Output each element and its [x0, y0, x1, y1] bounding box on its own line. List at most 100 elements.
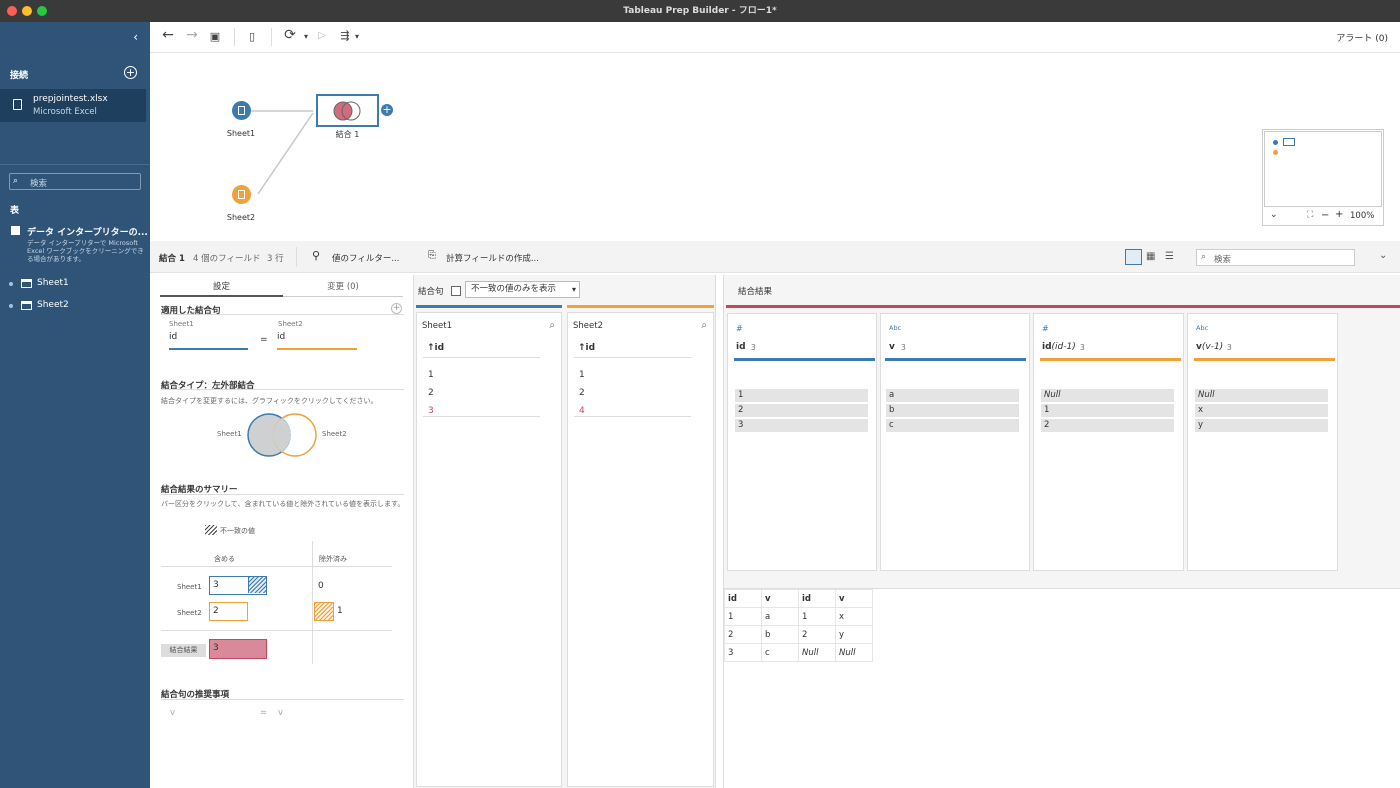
grid-cell[interactable]: 2 — [724, 625, 762, 644]
sheet1-included-bar[interactable]: 3 — [209, 576, 267, 595]
profile-field-name[interactable]: id(id-1) — [1042, 342, 1076, 352]
profile-field-name[interactable]: v(v-1) — [1196, 342, 1223, 352]
flow-connector-lines — [251, 110, 314, 195]
sidebar-item-sheet2[interactable]: Sheet2 — [0, 298, 150, 316]
add-step-icon[interactable]: + — [381, 104, 393, 116]
list-view-icon[interactable]: ☰ — [1165, 251, 1174, 262]
grid-header-cell[interactable]: id — [798, 589, 836, 608]
grid-cell[interactable]: y — [835, 625, 873, 644]
grid-cell[interactable]: a — [761, 607, 799, 626]
join-type-venn-diagram[interactable] — [244, 413, 322, 463]
clause-left-field[interactable]: id — [169, 332, 248, 350]
clause-value[interactable]: 2 — [579, 384, 585, 402]
profile-value[interactable]: x — [1195, 404, 1328, 417]
grid-cell-null[interactable]: Null — [835, 643, 873, 662]
profile-value[interactable]: 3 — [735, 419, 868, 432]
flow-options-dropdown-icon[interactable]: ▾ — [347, 32, 367, 41]
forward-arrow-icon[interactable]: → — [182, 27, 202, 43]
grid-cell[interactable]: x — [835, 607, 873, 626]
minimap[interactable]: ⌄ ⛶ − + 100% — [1262, 129, 1384, 226]
tab-changes[interactable]: 変更 (0) — [283, 278, 403, 297]
mismatch-only-checkbox[interactable] — [451, 286, 461, 296]
table-view-icon[interactable]: ▦ — [1146, 251, 1155, 262]
tab-settings[interactable]: 設定 — [160, 278, 283, 297]
clause-value-mismatch[interactable]: 4 — [579, 402, 585, 420]
add-connection-icon[interactable]: + — [124, 66, 137, 79]
profile-value-null[interactable]: Null — [1041, 389, 1174, 402]
back-arrow-icon[interactable]: ← — [158, 27, 178, 43]
profile-value[interactable]: b — [886, 404, 1019, 417]
mismatch-filter-dropdown[interactable]: 不一致の値のみを表示 ▾ — [465, 281, 580, 298]
sidebar-item-sheet1[interactable]: Sheet1 — [0, 276, 150, 294]
profile-field-name[interactable]: v — [889, 342, 895, 352]
profile-value[interactable]: 2 — [735, 404, 868, 417]
grid-cell[interactable]: 2 — [798, 625, 836, 644]
grid-cell[interactable]: 1 — [798, 607, 836, 626]
recommend-left[interactable]: v — [170, 708, 175, 718]
grid-cell-null[interactable]: Null — [798, 643, 836, 662]
grid-cell[interactable]: 1 — [724, 607, 762, 626]
alerts-button[interactable]: アラート (0) — [1336, 31, 1388, 44]
result-bar[interactable]: 3 — [209, 639, 267, 659]
profile-value[interactable]: c — [886, 419, 1019, 432]
close-window-button[interactable] — [7, 6, 17, 16]
clause-value[interactable]: 2 — [428, 384, 434, 402]
chevron-down-icon[interactable]: ⌄ — [1379, 250, 1387, 261]
flow-canvas[interactable]: Sheet1 Sheet2 + 結合 1 ⌄ ⛶ − + 100% — [150, 53, 1400, 241]
grid-cell[interactable]: c — [761, 643, 799, 662]
zoom-out-icon[interactable]: − — [1321, 210, 1329, 221]
search-icon[interactable]: ⌕ — [701, 320, 707, 331]
zoom-in-icon[interactable]: + — [1335, 209, 1343, 220]
profile-search-input[interactable]: ⌕ 検索 — [1196, 249, 1355, 266]
sheet2-excluded-bar[interactable] — [314, 602, 334, 621]
string-type-icon[interactable]: Abc — [889, 324, 901, 332]
grid-cell[interactable]: 3 — [724, 643, 762, 662]
clause-operator[interactable]: = — [260, 335, 268, 345]
grid-cell[interactable]: b — [761, 625, 799, 644]
save-icon[interactable]: ▣ — [205, 30, 225, 43]
clause-value-mismatch[interactable]: 3 — [428, 402, 434, 420]
add-clause-icon[interactable]: + — [391, 303, 402, 314]
create-calc-field-button[interactable]: 計算フィールドの作成... — [446, 252, 539, 264]
profile-value[interactable]: 1 — [1041, 404, 1174, 417]
recommend-right[interactable]: v — [278, 708, 283, 718]
calc-field-icon[interactable]: ⎘ — [428, 250, 436, 261]
sheet1-input-node[interactable] — [232, 101, 251, 120]
sheet2-included-bar[interactable]: 2 — [209, 602, 248, 621]
join-node[interactable] — [316, 94, 379, 127]
number-type-icon[interactable]: # — [736, 324, 743, 333]
bullet-icon — [9, 282, 13, 286]
profile-value[interactable]: 2 — [1041, 419, 1174, 432]
run-flow-icon[interactable]: ▷ — [312, 30, 332, 41]
profile-field-name[interactable]: id — [736, 342, 746, 352]
minimize-window-button[interactable] — [22, 6, 32, 16]
grid-header-cell[interactable]: v — [761, 589, 799, 608]
profile-value[interactable]: y — [1195, 419, 1328, 432]
sheet1-mismatch-segment[interactable] — [248, 577, 266, 593]
profile-value[interactable]: a — [886, 389, 1019, 402]
sheet2-input-node[interactable] — [232, 185, 251, 204]
clause-value[interactable]: 1 — [428, 366, 434, 384]
grid-header-cell[interactable]: v — [835, 589, 873, 608]
sidebar-search-input[interactable]: ⌕ 検索 — [9, 173, 141, 190]
connection-item[interactable]: prepjointest.xlsx Microsoft Excel — [0, 89, 146, 122]
profile-value[interactable]: 1 — [735, 389, 868, 402]
profile-view-icon[interactable] — [1125, 249, 1142, 265]
fit-icon[interactable]: ⛶ — [1307, 210, 1313, 220]
number-type-icon[interactable]: # — [1042, 324, 1049, 333]
chevron-down-icon[interactable]: ⌄ — [1270, 210, 1278, 220]
grid-header-cell[interactable]: id — [724, 589, 762, 608]
clause-field-header[interactable]: ↑id — [578, 343, 595, 353]
string-type-icon[interactable]: Abc — [1196, 324, 1208, 332]
search-icon[interactable]: ⌕ — [549, 320, 555, 331]
chevron-left-icon[interactable]: ‹ — [133, 30, 138, 44]
filter-icon[interactable]: ⚲ — [312, 249, 320, 262]
clause-right-field[interactable]: id — [277, 332, 357, 350]
filter-values-button[interactable]: 値のフィルター... — [332, 252, 399, 264]
data-sample-icon[interactable]: ▯ — [242, 30, 262, 43]
profile-value-null[interactable]: Null — [1195, 389, 1328, 402]
interpreter-checkbox[interactable] — [11, 226, 20, 235]
clause-value[interactable]: 1 — [579, 366, 585, 384]
zoom-window-button[interactable] — [37, 6, 47, 16]
clause-field-header[interactable]: ↑id — [427, 343, 444, 353]
